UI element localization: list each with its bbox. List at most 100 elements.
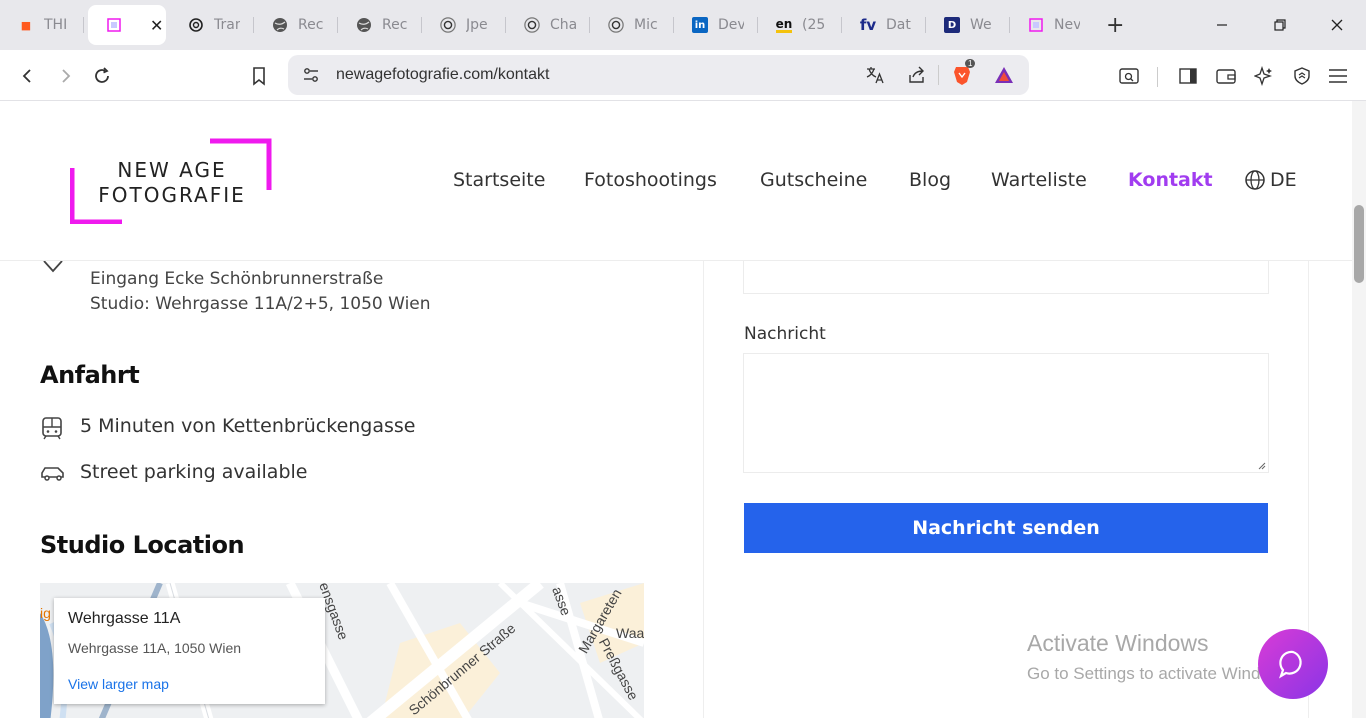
map-place-card: Wehrgasse 11A Wehrgasse 11A, 1050 Wien V… [54,598,325,704]
direction-parking: Street parking available [80,461,308,483]
nav-warteliste[interactable]: Warteliste [991,169,1087,191]
address-bar[interactable]: newagefotografie.com/kontakt 1 [288,55,1029,95]
restore-icon [1274,19,1286,31]
tab-rec-1[interactable]: Rec [254,5,338,45]
chat-widget-button[interactable] [1258,629,1328,699]
tab-cha[interactable]: Cha [506,5,590,45]
globe-icon [356,17,372,33]
tab-25[interactable]: en (25 [758,5,842,45]
reload-icon [95,67,109,83]
tab-title: Nev [1054,17,1080,33]
send-message-button[interactable]: Nachricht senden [744,503,1268,553]
bookmark-button[interactable] [245,62,273,90]
forward-button[interactable] [51,62,79,90]
globe-icon [1245,170,1265,190]
tab-dev[interactable]: in Dev [674,5,758,45]
tab-title: THI [44,17,68,33]
app-icon: ■ [20,18,32,32]
tab-thi[interactable]: ■ THI [0,5,84,45]
wallet-button[interactable] [1212,62,1240,90]
close-window-button[interactable] [1308,0,1366,50]
arrow-right-icon [62,69,71,83]
tab-dat[interactable]: fv Dat [842,5,926,45]
tab-mic[interactable]: Mic [590,5,674,45]
webpage: Eingang Ecke Schönbrunnerstraße Studio: … [0,101,1352,718]
minimize-button[interactable] [1193,0,1251,50]
chat-bubble-icon [1279,650,1302,679]
language-switcher[interactable]: DE [1244,169,1297,191]
tab-jpe[interactable]: Jpe [422,5,506,45]
tab-title: We [970,17,992,33]
studio-location-heading: Studio Location [40,531,245,559]
tram-icon [40,416,64,440]
tab-title: Rec [382,17,408,33]
restore-button[interactable] [1251,0,1309,50]
en-icon: en [776,17,792,33]
view-larger-map-link[interactable]: View larger map [68,676,169,692]
reload-button[interactable] [88,62,116,90]
back-button[interactable] [14,62,42,90]
car-icon [40,462,64,486]
url-text[interactable]: newagefotografie.com/kontakt [336,66,549,84]
brave-badge: 1 [965,59,976,68]
resize-grip-icon[interactable] [1257,461,1266,470]
brave-shields-button[interactable]: 1 [949,59,976,88]
brave-rewards-button[interactable] [991,62,1017,88]
sidebar-icon [1179,68,1197,84]
activate-windows-title: Activate Windows [1027,630,1209,656]
language-code: DE [1270,169,1297,191]
close-icon [1331,19,1343,31]
browser-toolbar: newagefotografie.com/kontakt 1 [0,50,1366,101]
sidebar-button[interactable] [1174,62,1202,90]
message-textarea[interactable] [743,353,1269,473]
tune-icon [304,68,318,82]
globe-icon [272,17,288,33]
linkedin-icon: in [692,17,708,33]
place-address: Wehrgasse 11A, 1050 Wien [68,640,242,656]
tab-strip: ■ THI ✕ Tran Rec Rec Jpe Cha Mic in Dev … [0,0,1366,50]
previous-input-field[interactable] [743,261,1269,294]
page-scrollbar[interactable] [1352,101,1366,718]
tab-title: Dev [718,17,744,33]
search-tabs-button[interactable] [1115,62,1143,90]
wallet-icon [1216,69,1236,84]
nav-startseite[interactable]: Startseite [453,169,545,191]
nav-blog[interactable]: Blog [909,169,951,191]
direction-tram: 5 Minuten von Kettenbrückengasse [80,415,416,437]
tab-new-age-fotografie[interactable]: ✕ [88,5,166,45]
vpn-button[interactable] [1288,62,1316,90]
tab-rec-2[interactable]: Rec [338,5,422,45]
logo-line-2: FOTOGRAFIE [98,183,246,207]
nav-gutscheine[interactable]: Gutscheine [760,169,867,191]
openai-icon [188,17,204,33]
new-tab-button[interactable]: + [1106,13,1130,38]
site-settings-button[interactable] [298,62,324,88]
shield-icon [1294,67,1310,85]
tab-we[interactable]: D We [926,5,1010,45]
tab-search-icon [1119,68,1139,84]
site-header: NEW AGE FOTOGRAFIE Startseite Fotoshooti… [0,101,1352,261]
place-title: Wehrgasse 11A [68,610,181,627]
nav-fotoshootings[interactable]: Fotoshootings [584,169,717,191]
close-tab-icon[interactable]: ✕ [150,16,163,35]
activate-windows-subtitle: Go to Settings to activate Windows. [1027,664,1296,683]
tab-nev[interactable]: Nev [1010,5,1094,45]
logo-line-1: NEW AGE [117,158,227,182]
site-logo[interactable]: NEW AGE FOTOGRAFIE [70,138,274,224]
tab-title: Mic [634,17,658,33]
tab-title: Dat [886,17,911,33]
fv-icon: fv [859,16,877,34]
site-icon [1028,17,1044,33]
minimize-icon [1217,24,1227,26]
leo-ai-button[interactable] [1250,62,1278,90]
translate-button[interactable] [862,62,888,88]
share-icon [909,66,924,83]
d-icon: D [944,17,960,33]
tab-tran[interactable]: Tran [170,5,254,45]
scrollbar-thumb[interactable] [1354,205,1364,283]
menu-button[interactable] [1324,62,1352,90]
address-line-2: Studio: Wehrgasse 11A/2+5, 1050 Wien [90,294,431,314]
share-button[interactable] [904,62,930,88]
divider [938,65,939,85]
nav-kontakt[interactable]: Kontakt [1128,169,1213,191]
